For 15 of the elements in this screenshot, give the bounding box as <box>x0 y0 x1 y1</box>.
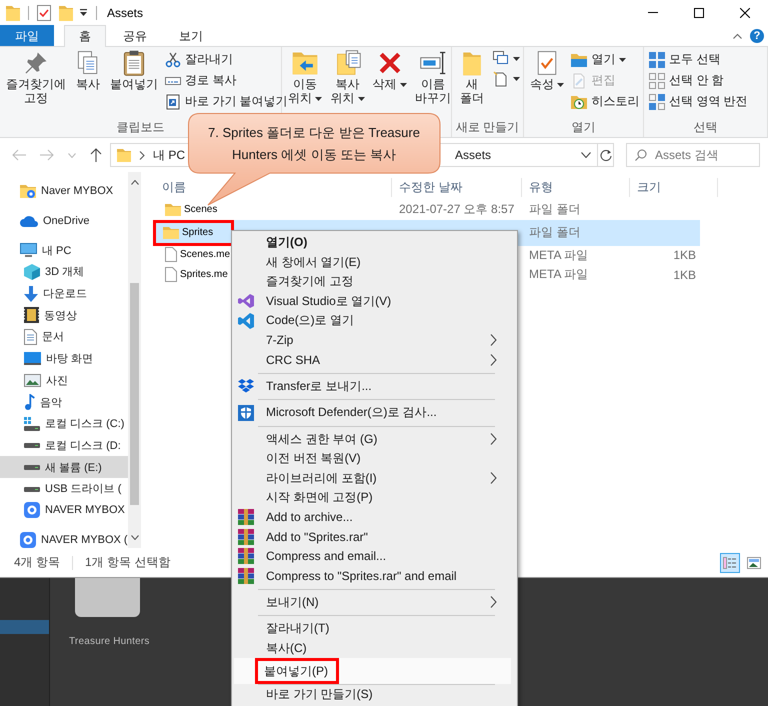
status-text: 1개 항목 선택함 <box>85 554 170 571</box>
file-type: META 파일 <box>529 248 588 262</box>
file-type: 파일 폴더 <box>529 202 580 216</box>
window-title: Assets <box>107 6 144 20</box>
menu-item-label: 붙여넣기(P) <box>255 658 339 684</box>
file-size: 1KB <box>673 248 696 262</box>
status-text: 4개 항목 <box>14 554 60 571</box>
file-size: 1KB <box>673 268 696 282</box>
group-label: 선택 <box>694 120 718 136</box>
modified-date: 2021-07-27 오후 8:57 <box>399 202 514 216</box>
file-type: META 파일 <box>529 267 588 282</box>
group-label: 클립보드 <box>116 120 164 136</box>
group-label: 열기 <box>572 120 596 136</box>
file-type: 파일 폴더 <box>529 225 580 239</box>
group-label: 새로 만들기 <box>456 120 520 136</box>
